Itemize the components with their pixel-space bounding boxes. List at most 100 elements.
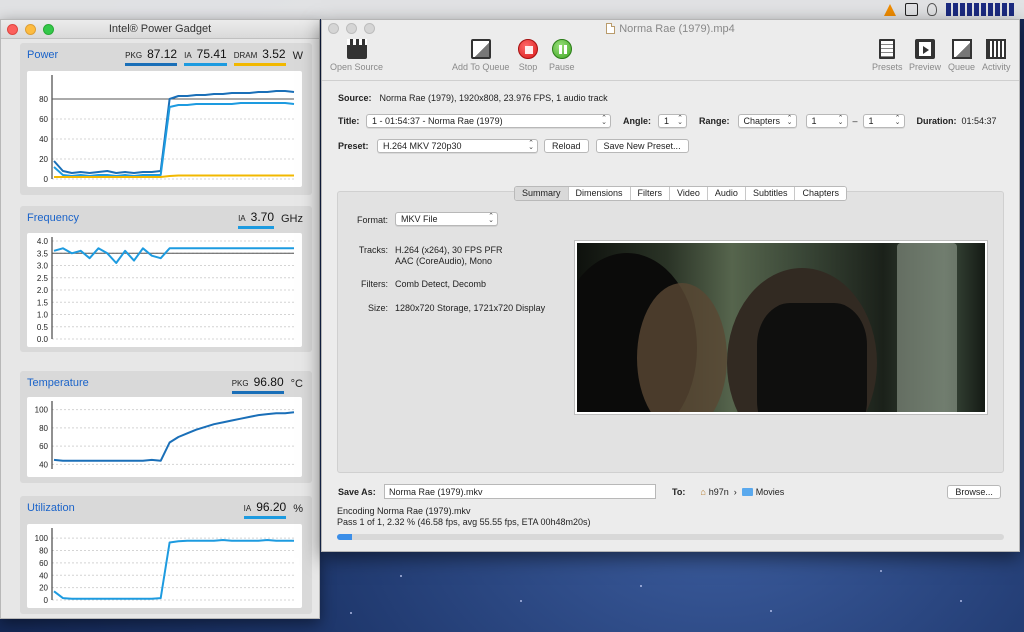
vlc-icon[interactable] — [884, 3, 896, 16]
series-line-ia — [53, 539, 294, 600]
metric-label: IA — [238, 214, 246, 223]
tab-subtitles[interactable]: Subtitles — [745, 187, 796, 200]
save-new-preset-button[interactable]: Save New Preset... — [595, 139, 689, 153]
minimize-button[interactable] — [346, 23, 357, 34]
range-label: Range: — [699, 116, 730, 126]
queue-button[interactable]: Queue — [948, 39, 975, 72]
reload-button[interactable]: Reload — [544, 139, 589, 153]
zoom-button[interactable] — [43, 23, 54, 35]
menubar — [0, 0, 1024, 19]
save-as-row: Save As: Norma Rae (1979).mkv To: ⌂ h97n… — [338, 484, 1001, 499]
y-tick-label: 100 — [35, 534, 49, 543]
range-end-select[interactable]: 1 — [862, 114, 905, 128]
metric-value: 75.41 — [196, 47, 227, 61]
pause-icon — [551, 39, 572, 59]
angle-select[interactable]: 1 — [658, 114, 687, 128]
source-value: Norma Rae (1979), 1920x808, 23.976 FPS, … — [379, 93, 608, 103]
filters-value: Comb Detect, Decomb — [395, 279, 487, 289]
metric-value: 3.52 — [262, 47, 286, 61]
metric-unit: GHz — [281, 213, 303, 225]
frequency-chart: 4.0 3.5 3.0 2.5 2.0 1.5 1.0 0.5 0.0 — [27, 233, 302, 347]
preset-label: Preset: — [338, 141, 369, 151]
destination-label: To: — [672, 486, 686, 497]
cat-icon[interactable] — [927, 3, 937, 16]
tab-dimensions[interactable]: Dimensions — [568, 187, 631, 200]
y-tick-label: 80 — [39, 95, 48, 104]
ia-utilization-metric: IA 96.20 — [243, 500, 287, 519]
temperature-chart: 100 80 60 40 — [27, 397, 302, 477]
source-label: Source: — [338, 93, 372, 103]
activity-button[interactable]: Activity — [982, 39, 1011, 72]
desktop-star — [880, 570, 882, 572]
preview-image — [577, 243, 985, 412]
save-as-field[interactable]: Norma Rae (1979).mkv — [384, 484, 656, 499]
tab-video[interactable]: Video — [670, 187, 708, 200]
preview-window-light — [897, 243, 957, 412]
tab-summary[interactable]: Summary — [515, 187, 569, 200]
range-type-select[interactable]: Chapters — [737, 114, 797, 128]
zoom-button[interactable] — [364, 23, 375, 34]
close-button[interactable] — [328, 23, 339, 34]
document-icon — [606, 23, 616, 34]
browse-button[interactable]: Browse... — [947, 484, 1001, 499]
desktop-star — [400, 575, 402, 577]
tab-bar: Summary Dimensions Filters Video Audio S… — [514, 186, 847, 201]
pause-button[interactable]: Pause — [549, 39, 575, 72]
preset-row: Preset: H.264 MKV 720p30 Reload Save New… — [338, 139, 689, 153]
folder-icon — [741, 487, 753, 496]
presets-button[interactable]: Presets — [872, 39, 903, 72]
format-select[interactable]: MKV File — [395, 212, 498, 226]
y-tick-label: 0 — [44, 175, 49, 184]
preset-select[interactable]: H.264 MKV 720p30 — [377, 139, 538, 153]
queue-icon — [951, 39, 972, 59]
activity-icon — [986, 39, 1007, 59]
dram-power-metric: DRAM 3.52 — [233, 47, 286, 66]
desktop-star — [960, 600, 962, 602]
minimize-button[interactable] — [25, 23, 36, 35]
preview-button[interactable]: Preview — [909, 39, 941, 72]
ia-frequency-metric: IA 3.70 — [238, 210, 274, 229]
path-folder[interactable]: Movies — [756, 487, 785, 497]
open-source-label: Open Source — [330, 62, 384, 72]
utilization-chart: 100 80 60 40 20 0 — [27, 524, 302, 608]
cpu-meter-icon[interactable] — [946, 3, 1014, 16]
add-to-queue-button[interactable]: Add To Queue — [452, 39, 509, 72]
stop-button[interactable]: Stop — [518, 39, 538, 72]
clapperboard-icon — [346, 39, 367, 59]
power-gadget-titlebar: Intel® Power Gadget — [1, 20, 319, 39]
title-label: Title: — [338, 116, 360, 126]
metric-value: 3.70 — [250, 210, 274, 224]
y-tick-label: 40 — [39, 460, 48, 469]
frequency-panel: Frequency IA 3.70 GHz 4.0 3.5 3.0 2.5 2.0 1.5… — [20, 206, 312, 352]
power-chart: 80 60 40 20 0 — [27, 71, 302, 187]
settings-tab-view: Summary Dimensions Filters Video Audio S… — [337, 186, 1004, 473]
y-tick-label: 60 — [39, 559, 48, 568]
close-button[interactable] — [7, 23, 18, 35]
y-tick-label: 2.5 — [37, 274, 49, 283]
encode-progress-bar — [337, 534, 1004, 540]
tracks-label: Tracks: — [358, 245, 388, 255]
window-title: Norma Rae (1979).mp4 — [619, 22, 735, 35]
pkg-power-metric: PKG 87.12 — [125, 47, 178, 66]
presets-label: Presets — [872, 62, 903, 72]
range-start-select[interactable]: 1 — [805, 114, 848, 128]
size-value: 1280x720 Storage, 1721x720 Display — [395, 303, 546, 313]
path-home[interactable]: h97n — [709, 487, 729, 497]
tab-chapters[interactable]: Chapters — [795, 187, 846, 200]
y-tick-label: 60 — [39, 115, 48, 124]
y-tick-label: 40 — [39, 135, 48, 144]
y-tick-label: 1.0 — [37, 311, 49, 320]
title-select[interactable]: 1 - 01:54:37 - Norma Rae (1979) — [366, 114, 611, 128]
open-source-button[interactable]: Open Source — [330, 39, 383, 72]
nvidia-icon[interactable] — [905, 3, 918, 16]
temperature-panel: Temperature PKG 96.80 °C 100 80 60 40 — [20, 371, 312, 483]
preview-frame[interactable] — [574, 240, 988, 415]
tab-filters[interactable]: Filters — [630, 187, 671, 200]
tracks-line-2: AAC (CoreAudio), Mono — [395, 256, 493, 266]
temperature-chart-svg: 100 80 60 40 — [35, 401, 295, 469]
pause-label: Pause — [549, 62, 575, 72]
tab-audio[interactable]: Audio — [707, 187, 746, 200]
y-tick-label: 1.5 — [37, 298, 49, 307]
status-progress-text: Pass 1 of 1, 2.32 % (46.58 fps, avg 55.5… — [337, 517, 591, 527]
duration-label: Duration: — [916, 116, 957, 126]
